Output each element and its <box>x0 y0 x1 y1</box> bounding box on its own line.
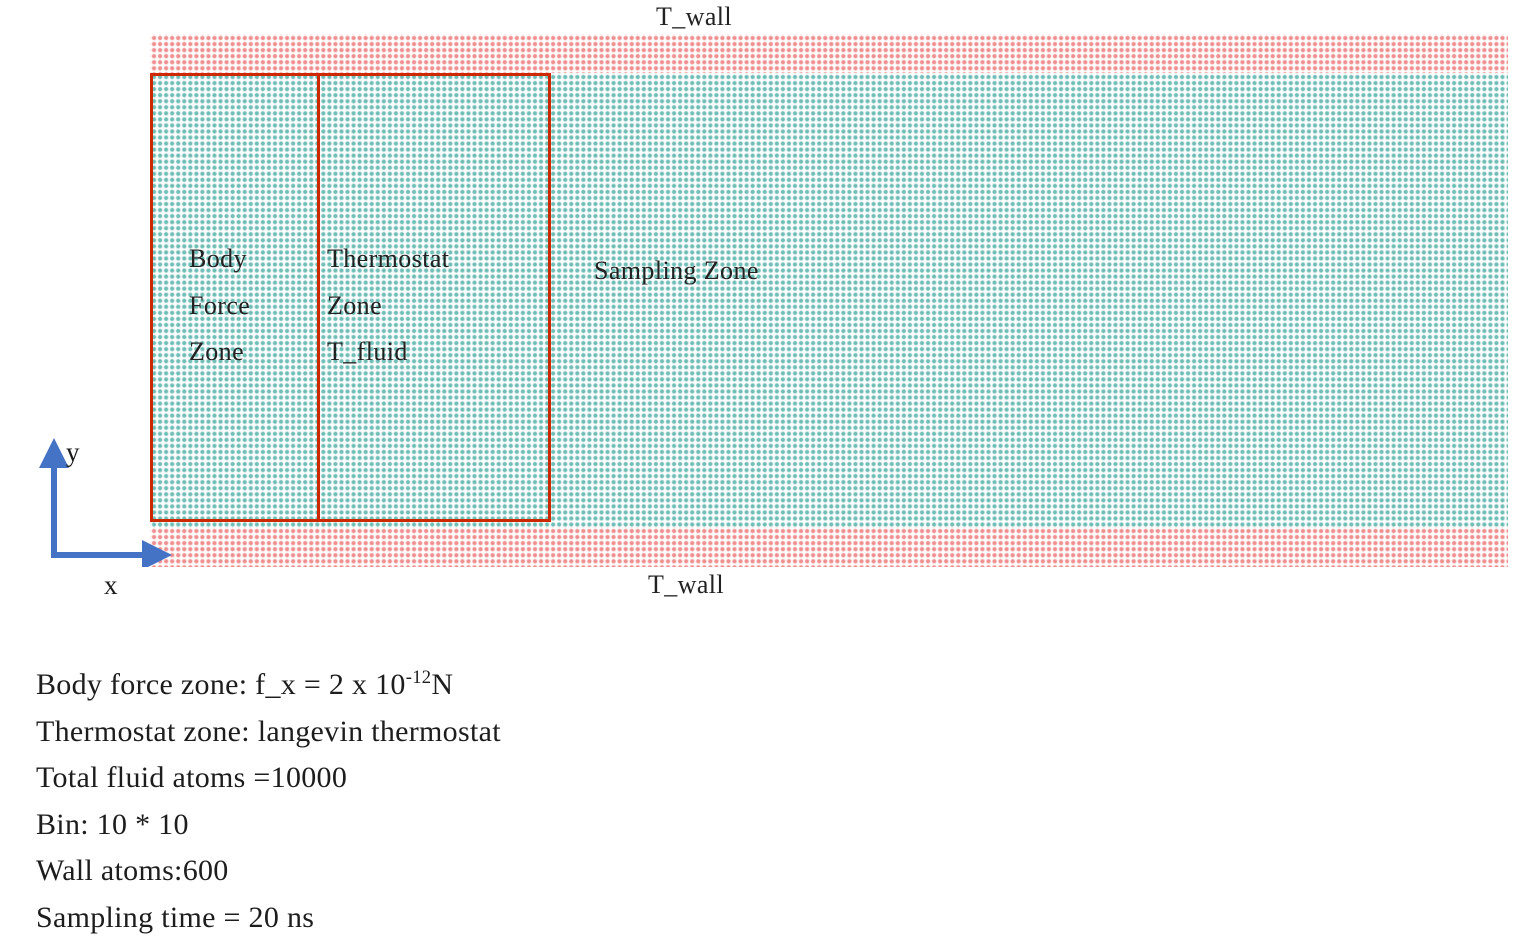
body-force-zone-label: Body Force Zone <box>189 244 251 367</box>
caption-text-pre: Sampling time = 20 ns <box>36 900 315 934</box>
caption-line-bin: Bin: 10 * 10 <box>36 802 1136 849</box>
coordinate-axes <box>39 438 172 567</box>
caption-line-body-force: Body force zone: f_x = 2 x 10-12N <box>36 662 1136 709</box>
caption-text-pre: Body force zone: f_x = 2 x 10 <box>36 668 406 701</box>
zone-divider-line <box>317 73 320 522</box>
y-axis-arrowhead <box>39 438 69 468</box>
caption-text-pre: Bin: 10 * 10 <box>36 807 189 841</box>
bottom-wall-label: T_wall <box>648 570 725 599</box>
simulation-domain-schematic: T_wall Body Force Zone Thermostat Zone T… <box>0 0 1536 620</box>
caption-line-thermostat: Thermostat zone: langevin thermostat <box>36 709 1136 756</box>
caption-line-wall-atoms: Wall atoms:600 <box>36 848 1136 895</box>
thermostat-zone-label: Thermostat Zone T_fluid <box>327 244 450 367</box>
caption-line-total-atoms: Total fluid atoms =10000 <box>36 755 1136 802</box>
bottom-wall-atom-lattice <box>150 527 1508 567</box>
caption-block: Body force zone: f_x = 2 x 10-12N Thermo… <box>36 662 1136 941</box>
caption-text-pre: Thermostat zone: langevin thermostat <box>36 714 501 748</box>
top-wall-atom-lattice <box>150 34 1508 73</box>
caption-text-pre: Total fluid atoms =10000 <box>36 761 348 794</box>
caption-text-pre: Wall atoms:600 <box>36 854 229 887</box>
caption-line-sampling-time: Sampling time = 20 ns <box>36 895 1136 942</box>
caption-text-sup: -12 <box>405 667 432 688</box>
x-axis-label: x <box>104 570 118 600</box>
sampling-zone-label: Sampling Zone <box>594 256 759 285</box>
top-wall-label: T_wall <box>656 2 733 31</box>
y-axis-label: y <box>66 437 80 467</box>
caption-text-post: N <box>431 668 454 701</box>
x-axis-arrowhead <box>142 540 172 567</box>
